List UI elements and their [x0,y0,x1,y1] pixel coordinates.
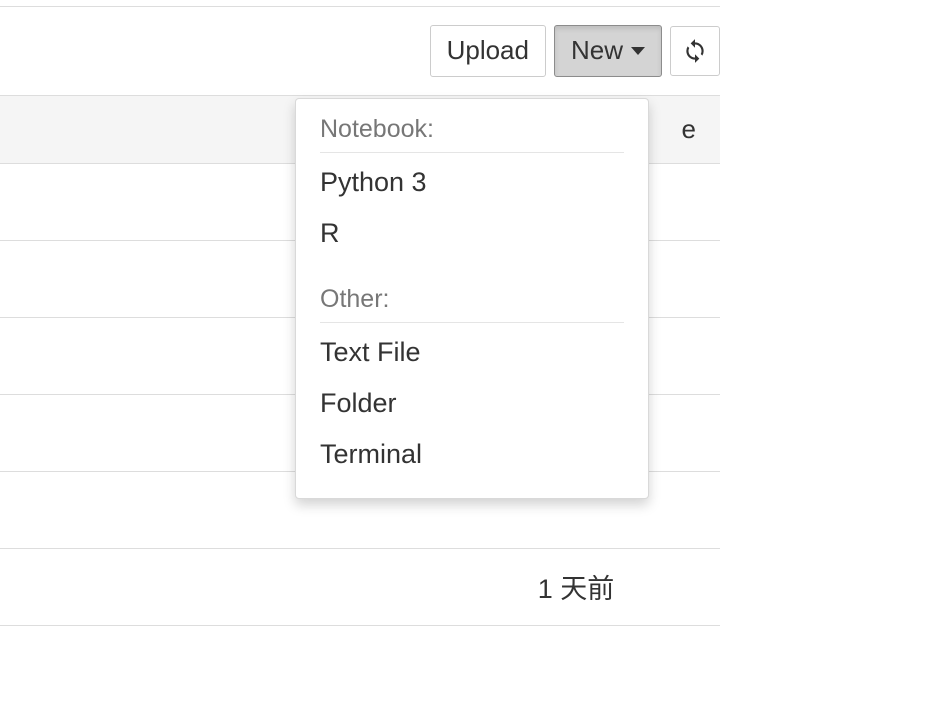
new-label: New [571,34,623,68]
dropdown-item-r[interactable]: R [296,208,648,259]
table-row[interactable] [0,626,720,703]
new-dropdown-button[interactable]: New [554,25,662,77]
upload-button[interactable]: Upload [430,25,546,77]
dropdown-item-textfile[interactable]: Text File [296,327,648,378]
new-dropdown-menu: Notebook: Python 3 R Other: Text File Fo… [295,98,649,499]
dropdown-item-folder[interactable]: Folder [296,378,648,429]
dropdown-header-notebook: Notebook: [296,109,648,152]
dropdown-item-python3[interactable]: Python 3 [296,157,648,208]
toolbar: Upload New [0,7,720,95]
table-row[interactable]: 1 天前 [0,549,720,626]
dropdown-header-other: Other: [296,279,648,322]
refresh-icon [682,38,708,64]
dropdown-item-terminal[interactable]: Terminal [296,429,648,480]
refresh-button[interactable] [670,26,720,76]
upload-label: Upload [447,34,529,68]
divider [320,152,624,153]
caret-down-icon [631,47,645,55]
divider [320,322,624,323]
row-modified: 1 天前 [446,567,706,606]
header-filesize-fragment: e [672,107,706,152]
